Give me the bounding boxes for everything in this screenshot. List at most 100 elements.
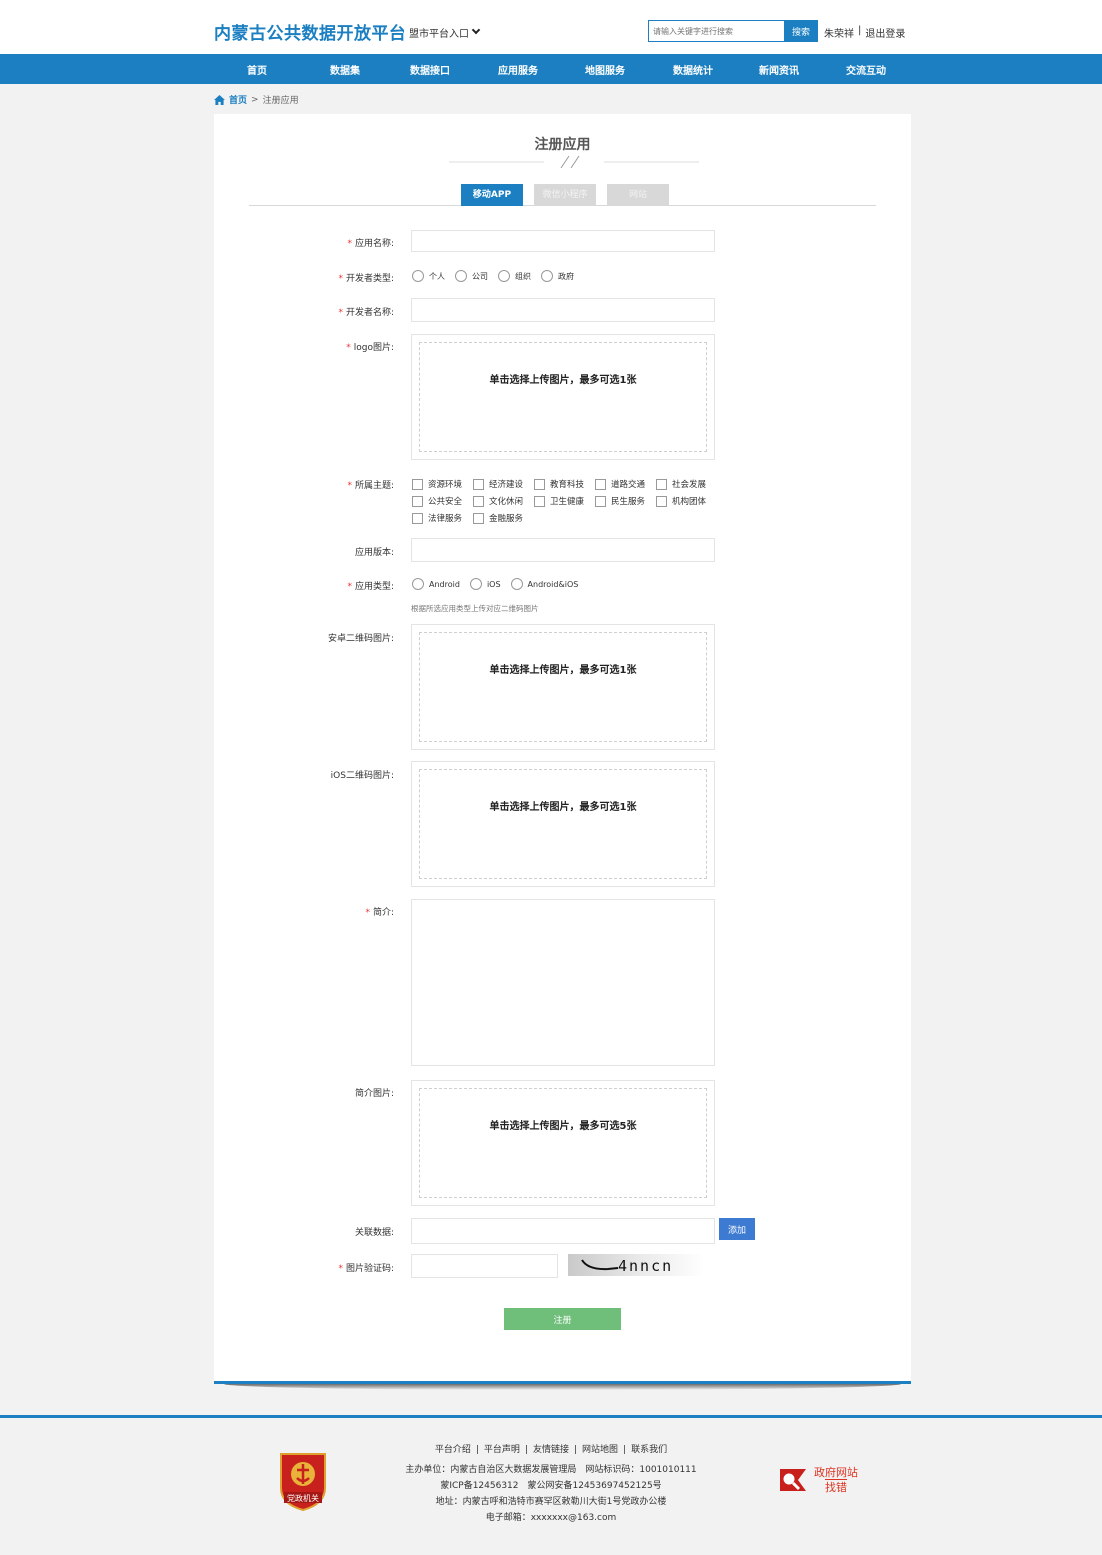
topic-checkbox[interactable]: 道路交通: [595, 478, 656, 490]
topic-checkbox[interactable]: 社会发展: [656, 478, 717, 490]
topic-checkbox[interactable]: 资源环境: [412, 478, 473, 490]
radio-label: 个人: [429, 271, 445, 281]
tab-website[interactable]: 网站: [607, 184, 669, 206]
nav-item-stats[interactable]: 数据统计: [673, 62, 713, 77]
intro-images-upload-area[interactable]: 单击选择上传图片，最多可选5张: [411, 1080, 715, 1206]
add-related-data-button[interactable]: 添加: [719, 1218, 755, 1240]
site-title[interactable]: 内蒙古公共数据开放平台: [214, 19, 407, 44]
app-type-radio-ios[interactable]: iOS: [469, 578, 501, 590]
breadcrumb: 首页 > 注册应用: [214, 93, 299, 106]
footer: 平台介绍 | 平台声明 | 友情链接 | 网站地图 | 联系我们 主办单位：内蒙古自治区大数据发…: [0, 1418, 1102, 1555]
topic-checkbox[interactable]: 公共安全: [412, 495, 473, 507]
required-mark: *: [338, 308, 343, 318]
footer-address: 地址：内蒙古呼和浩特市赛罕区敕勒川大街1号党政办公楼: [435, 1497, 667, 1507]
app-type-hint: 根据所选应用类型上传对应二维码图片: [411, 604, 539, 613]
footer-link-separator: |: [524, 1445, 528, 1455]
dev-type-label-text: 开发者类型:: [345, 274, 394, 284]
nav-item-apps[interactable]: 应用服务: [498, 62, 538, 77]
version-input[interactable]: [411, 538, 715, 562]
topic-checkbox[interactable]: 法律服务: [412, 512, 473, 524]
main-nav: 首页 数据集 数据接口 应用服务 地图服务 数据统计 新闻资讯 交流互动: [0, 54, 1102, 84]
intro-images-label-text: 简介图片:: [354, 1089, 394, 1099]
dev-type-label: * 开发者类型:: [214, 271, 394, 284]
platform-select[interactable]: 盟市平台入口: [404, 22, 484, 42]
topic-checkbox[interactable]: 教育科技: [534, 478, 595, 490]
footer-link-about[interactable]: 平台介绍: [435, 1445, 471, 1455]
nav-item-home[interactable]: 首页: [247, 62, 267, 77]
app-name-input[interactable]: [411, 230, 715, 252]
ios-qr-upload-area[interactable]: 单击选择上传图片，最多可选1张: [411, 761, 715, 887]
footer-sponsor: 主办单位：内蒙古自治区大数据发展管理局 网站标识码：1001010111: [405, 1465, 697, 1475]
dev-type-radio-company[interactable]: 公司: [455, 270, 488, 282]
dev-type-radio-organization[interactable]: 组织: [498, 270, 531, 282]
checkbox-label: 金融服务: [489, 514, 524, 524]
party-government-emblem-icon[interactable]: 党政机关: [275, 1450, 331, 1512]
upload-dashed-border: 单击选择上传图片，最多可选1张: [419, 632, 707, 742]
tab-wechat-miniprogram[interactable]: 微信小程序: [534, 184, 596, 206]
platform-select-label: 盟市平台入口: [409, 28, 469, 40]
footer-link-statement[interactable]: 平台声明: [484, 1445, 520, 1455]
nav-item-api[interactable]: 数据接口: [410, 62, 450, 77]
intro-textarea[interactable]: [411, 899, 715, 1066]
logout-link[interactable]: 退出登录: [865, 25, 905, 40]
upload-hint: 单击选择上传图片，最多可选5张: [489, 1121, 637, 1132]
breadcrumb-home[interactable]: 首页: [229, 93, 247, 106]
radio-circle-icon: [412, 578, 424, 590]
nav-item-news[interactable]: 新闻资讯: [759, 62, 799, 77]
user-area: 朱荣祥 | 退出登录: [824, 25, 905, 40]
captcha-image[interactable]: 4nncn: [568, 1254, 704, 1276]
topic-checkbox[interactable]: 机构团体: [656, 495, 717, 507]
topic-checkbox[interactable]: 经济建设: [473, 478, 534, 490]
topic-checkbox-grid: 资源环境 经济建设 教育科技 道路交通 社会发展 公共安全 文化休闲 卫生健康 …: [412, 478, 722, 524]
breadcrumb-separator: >: [251, 94, 259, 105]
checkbox-icon: [412, 512, 423, 524]
footer-icp: 蒙ICP备12456312 蒙公网安备12453697452125号: [440, 1481, 662, 1491]
upload-dashed-border: 单击选择上传图片，最多可选1张: [419, 769, 707, 879]
required-mark: *: [347, 239, 352, 249]
gov-site-error-badge[interactable]: 政府网站 找错: [778, 1466, 858, 1494]
related-data-input[interactable]: [411, 1218, 715, 1244]
search-button[interactable]: 搜索: [784, 20, 818, 42]
topic-checkbox[interactable]: 民生服务: [595, 495, 656, 507]
checkbox-icon: [473, 512, 484, 524]
captcha-input[interactable]: [411, 1254, 558, 1278]
dev-type-radio-individual[interactable]: 个人: [412, 270, 445, 282]
required-mark: *: [338, 1264, 343, 1274]
tab-mobile-app[interactable]: 移动APP: [461, 184, 523, 206]
logo-upload-area[interactable]: 单击选择上传图片，最多可选1张: [411, 334, 715, 460]
dev-type-radio-government[interactable]: 政府: [541, 270, 574, 282]
topic-checkbox[interactable]: 卫生健康: [534, 495, 595, 507]
topic-checkbox[interactable]: 金融服务: [473, 512, 534, 524]
checkbox-label: 文化休闲: [489, 497, 524, 507]
ios-qr-label-text: iOS二维码图片:: [330, 771, 394, 781]
radio-label: iOS: [486, 579, 501, 589]
card-shadow: [224, 1384, 901, 1390]
nav-item-maps[interactable]: 地图服务: [585, 62, 625, 77]
search-input[interactable]: [648, 20, 784, 42]
android-qr-label: 安卓二维码图片:: [214, 631, 394, 644]
checkbox-label: 法律服务: [428, 514, 463, 524]
android-qr-upload-area[interactable]: 单击选择上传图片，最多可选1张: [411, 624, 715, 750]
footer-link-contact[interactable]: 联系我们: [631, 1445, 667, 1455]
nav-item-interaction[interactable]: 交流互动: [846, 62, 886, 77]
upload-hint: 单击选择上传图片，最多可选1张: [489, 802, 637, 813]
checkbox-label: 教育科技: [550, 480, 585, 490]
register-button[interactable]: 注册: [504, 1308, 621, 1330]
ios-qr-label: iOS二维码图片:: [214, 768, 394, 781]
app-type-radio-both[interactable]: Android&iOS: [510, 578, 578, 590]
user-name[interactable]: 朱荣祥: [824, 25, 854, 40]
checkbox-label: 公共安全: [428, 497, 463, 507]
app-type-radio-android[interactable]: Android: [412, 578, 460, 590]
gov-badge-line1: 政府网站: [814, 1466, 858, 1479]
upload-hint: 单击选择上传图片，最多可选1张: [489, 665, 637, 676]
dev-name-input[interactable]: [411, 298, 715, 322]
app-type-tabs: 移动APP 微信小程序 网站: [249, 184, 876, 206]
footer-link-friends[interactable]: 友情链接: [533, 1445, 569, 1455]
radio-label: 公司: [472, 271, 488, 281]
topic-checkbox[interactable]: 文化休闲: [473, 495, 534, 507]
gov-badge-line2: 找错: [825, 1479, 847, 1494]
footer-link-sitemap[interactable]: 网站地图: [582, 1445, 618, 1455]
nav-item-datasets[interactable]: 数据集: [330, 62, 360, 77]
version-label: 应用版本:: [214, 545, 394, 558]
footer-info: 主办单位：内蒙古自治区大数据发展管理局 网站标识码：1001010111 蒙IC…: [0, 1462, 1102, 1526]
